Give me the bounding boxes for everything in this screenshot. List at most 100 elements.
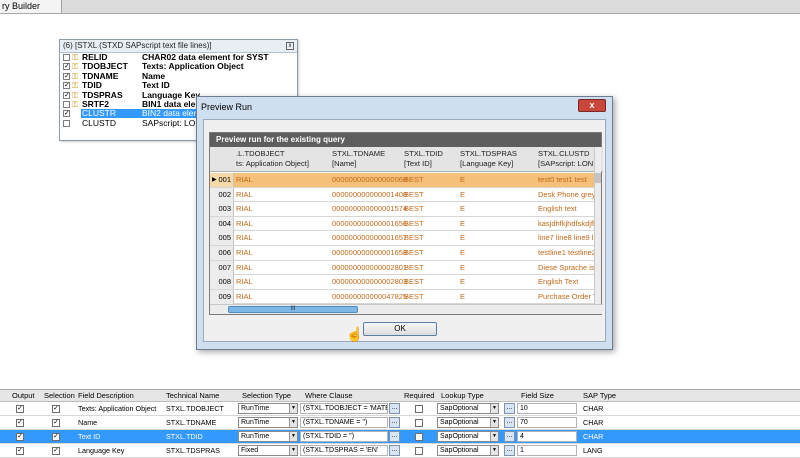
vertical-scrollbar[interactable] [594, 147, 601, 305]
selection-checkbox[interactable]: ✓ [52, 405, 60, 413]
lookup-type-select[interactable]: SapOptional ▼ [437, 403, 499, 414]
column-header[interactable]: .L.TDOBJECT ts: Application Object] [236, 149, 309, 169]
header-field-description: Field Description [78, 391, 134, 400]
preview-column-headers: .L.TDOBJECT ts: Application Object] STXL.… [210, 147, 603, 172]
table-row[interactable]: 006 RIAL 000000000000001658 BEST Etestline1 … [210, 245, 596, 261]
required-checkbox[interactable] [415, 433, 423, 441]
table-row[interactable]: 005 RIAL 000000000000001657 BEST Eline7 line… [210, 231, 596, 246]
table-row[interactable]: 008 RIAL 000000000000002803 BEST E English Te… [210, 275, 596, 290]
field-settings-row[interactable]: ✓ ✓ Name STXL.TDNAME RunTime ▼ (STXL.TDNAME = … [0, 416, 800, 430]
field-settings-row[interactable]: ✓ ✓ Language Key STXL.TDSPRAS Fixed ▼ (STXL.TD… [0, 444, 800, 458]
column-header-line2: [Language Key] [460, 159, 514, 168]
where-clause-field[interactable]: (STXL.TDSPRAS = 'EN' [300, 445, 388, 456]
table-row[interactable]: 004 RIAL 000000000000001656 BEST Ekasjdhfkjh… [210, 216, 596, 232]
required-checkbox[interactable] [415, 419, 423, 427]
row-number: 009 [210, 289, 234, 304]
column-header[interactable]: STXL.TDID [Text ID] [404, 149, 443, 169]
lookup-ellipsis-button[interactable]: ... [504, 445, 515, 456]
cell-tdobject: RIAL [236, 262, 253, 272]
dialog-close-button[interactable]: x [578, 99, 606, 112]
field-size-field[interactable]: 1 [517, 445, 577, 456]
column-header-line1: STXL.TDID [404, 149, 443, 158]
field-checkbox[interactable] [63, 119, 70, 127]
cell-clustd: testline1 testline2 [538, 247, 596, 257]
field-checkbox[interactable]: ✓ [63, 91, 70, 99]
column-header[interactable]: STXL.TDNAME [Name] [332, 149, 385, 169]
where-clause-ellipsis-button[interactable]: ... [389, 403, 400, 414]
where-clause-field[interactable]: (STXL.TDID = '') [300, 431, 388, 442]
selection-checkbox[interactable]: ✓ [52, 419, 60, 427]
where-clause-ellipsis-button[interactable]: ... [389, 445, 400, 456]
field-checkbox[interactable]: ✓ [63, 72, 70, 80]
where-clause-field[interactable]: (STXL.TDOBJECT = 'MATERI [300, 403, 388, 414]
close-icon[interactable]: x [286, 42, 294, 50]
output-checkbox[interactable]: ✓ [16, 447, 24, 455]
cell-tdid: BEST [404, 189, 424, 199]
field-checkbox[interactable]: ✓ [63, 63, 70, 71]
table-row[interactable]: 002 RIAL 000000000000001408 BEST E Desk Phone… [210, 187, 596, 203]
table-row[interactable]: 001 ▶ RIAL 000000000000000068 BEST Etest0 tes… [210, 173, 596, 188]
lookup-ellipsis-button[interactable]: ... [504, 431, 515, 442]
output-checkbox[interactable]: ✓ [16, 419, 24, 427]
key-icon: ⚿ [72, 71, 79, 81]
selection-type-select[interactable]: RunTime ▼ [238, 431, 298, 442]
lookup-ellipsis-button[interactable]: ... [504, 417, 515, 428]
lookup-type-select[interactable]: SapOptional ▼ [437, 417, 499, 428]
lookup-type-select[interactable]: SapOptional ▼ [437, 431, 499, 442]
mouse-cursor-icon: ☝ [346, 326, 364, 342]
table-row[interactable]: 009 RIAL 000000000000047825 BEST E Purchase O… [210, 289, 596, 305]
tab-query-builder[interactable]: ry Builder [0, 0, 62, 13]
vertical-scroll-thumb[interactable] [594, 173, 601, 183]
field-name: TDID [82, 80, 102, 91]
output-checkbox[interactable]: ✓ [16, 433, 24, 441]
selection-type-select[interactable]: RunTime ▼ [238, 403, 298, 414]
cell-tdid: BEST [404, 204, 424, 214]
field-description: Text ID [78, 432, 101, 441]
selection-checkbox[interactable]: ✓ [52, 447, 60, 455]
cell-tdspras: E [460, 277, 466, 287]
column-header[interactable]: STXL.CLUSTD [SAPscript: LON [538, 149, 594, 169]
chevron-down-icon: ▼ [289, 418, 297, 427]
preview-grid: Preview run for the existing query .L.TD… [209, 132, 603, 315]
lookup-ellipsis-button[interactable]: ... [504, 403, 515, 414]
field-size-field[interactable]: 70 [517, 417, 577, 428]
field-settings-row[interactable]: ✓ ✓ Text ID STXL.TDID RunTime ▼ (STXL.TDID = '… [0, 430, 800, 444]
field-description: Text ID [142, 80, 170, 91]
output-checkbox[interactable]: ✓ [16, 405, 24, 413]
field-size-field[interactable]: 4 [517, 431, 577, 442]
field-checkbox[interactable] [63, 54, 70, 61]
cell-clustd: Purchase Order Te [538, 291, 596, 301]
column-header-line2: [Name] [332, 159, 357, 168]
field-checkbox[interactable]: ✓ [63, 82, 70, 90]
row-number: 005 [210, 231, 234, 246]
horizontal-scrollbar[interactable]: III [210, 304, 603, 314]
table-row[interactable]: 007 RIAL 000000000000002801 BEST E Diese Spra… [210, 260, 596, 276]
where-clause-ellipsis-button[interactable]: ... [389, 431, 400, 442]
required-checkbox[interactable] [415, 405, 423, 413]
where-clause-ellipsis-button[interactable]: ... [389, 417, 400, 428]
preview-grid-title: Preview run for the existing query [210, 133, 601, 147]
field-checkbox[interactable]: ✓ [63, 110, 70, 118]
table-row[interactable]: 003 RIAL 000000000000001574 BEST E English te… [210, 202, 596, 217]
ok-button[interactable]: OK [363, 322, 437, 336]
field-settings-row[interactable]: ✓ ✓ Texts: Application Object STXL.TDOBJECT… [0, 402, 800, 416]
field-checkbox[interactable] [63, 100, 70, 108]
sap-type: CHAR [583, 418, 604, 427]
lookup-type-select[interactable]: SapOptional ▼ [437, 445, 499, 456]
required-checkbox[interactable] [415, 447, 423, 455]
cell-tdname: 000000000000001656 [332, 218, 408, 228]
cell-tdname: 000000000000001658 [332, 247, 408, 257]
selection-type-select[interactable]: RunTime ▼ [238, 417, 298, 428]
field-name: CLUSTR [82, 108, 117, 119]
column-header[interactable]: STXL.TDSPRAS [Language Key] [460, 149, 517, 169]
horizontal-scroll-thumb[interactable]: III [228, 306, 358, 313]
selection-checkbox[interactable]: ✓ [52, 433, 60, 441]
where-clause-field[interactable]: (STXL.TDNAME = '') [300, 417, 388, 428]
cell-tdspras: E [460, 233, 466, 243]
cell-clustd: English text [538, 204, 577, 214]
chevron-down-icon: ▼ [490, 432, 498, 441]
cell-tdspras: E [460, 218, 466, 228]
selection-type-select[interactable]: Fixed ▼ [238, 445, 298, 456]
field-description: Name [78, 418, 98, 427]
field-size-field[interactable]: 10 [517, 403, 577, 414]
